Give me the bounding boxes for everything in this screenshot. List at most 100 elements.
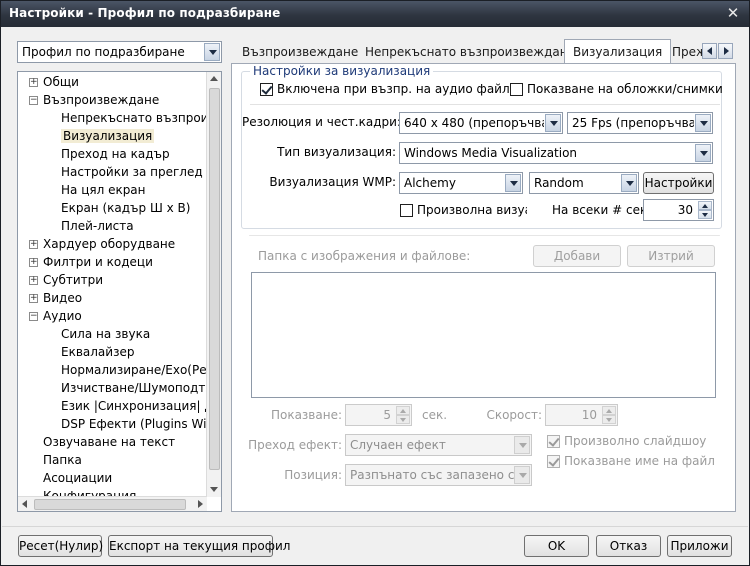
- spin-up-icon[interactable]: [698, 201, 712, 210]
- position-value: Разпънато със запазено съо: [350, 468, 514, 482]
- folder-label: Папка с изображения и файлове:: [258, 249, 471, 263]
- viz-group-title: Настройки за визуализация: [250, 64, 434, 78]
- spin-down-icon[interactable]: [396, 415, 410, 424]
- expand-icon[interactable]: +: [29, 78, 38, 87]
- tree-item[interactable]: На цял екран: [61, 181, 146, 199]
- chevron-down-icon[interactable]: [514, 436, 530, 454]
- reset-button[interactable]: Ресет(Нулир): [18, 535, 103, 557]
- add-folder-button[interactable]: Добави: [533, 245, 621, 267]
- tree-vertical-scrollbar[interactable]: [206, 72, 221, 497]
- tree-item[interactable]: Възпроизвеждане: [43, 91, 159, 109]
- tree-item[interactable]: Субтитри: [43, 271, 103, 289]
- viz-type-select[interactable]: Windows Media Visualization: [399, 142, 713, 164]
- fps-value: 25 Fps (препоръчва с: [572, 116, 694, 130]
- wmp-mode-select[interactable]: Random: [529, 172, 639, 194]
- title-bar[interactable]: Настройки - Профил по подразбиране ✕: [1, 1, 749, 27]
- tab-visualization[interactable]: Визуализация: [564, 39, 672, 65]
- tree-item-label: Преход на кадър: [61, 147, 170, 161]
- tab-scroll-left-button[interactable]: [702, 43, 717, 59]
- tree-item[interactable]: Екран (кадър Ш x В): [61, 199, 190, 217]
- tree-item-label: Изчистване/Шумоподтиск: [61, 381, 222, 395]
- expand-icon[interactable]: +: [29, 258, 38, 267]
- tree-item[interactable]: Видео: [43, 289, 82, 307]
- tree-item[interactable]: Преход на кадър: [61, 145, 170, 163]
- spin-down-icon[interactable]: [602, 415, 616, 424]
- expand-icon[interactable]: +: [29, 276, 38, 285]
- tree-item-label: DSP Ефекти (Plugins Wina: [61, 417, 222, 431]
- tree-item[interactable]: Озвучаване на текст: [43, 433, 175, 451]
- divider: [249, 235, 720, 236]
- close-icon[interactable]: ✕: [723, 4, 743, 22]
- scroll-right-icon[interactable]: [198, 500, 203, 508]
- scroll-down-icon[interactable]: [210, 487, 218, 492]
- expand-icon[interactable]: +: [29, 240, 38, 249]
- random-viz-label: Произволна визуа: [417, 203, 527, 217]
- resolution-select[interactable]: 640 x 480 (препоръчва с: [399, 112, 563, 134]
- position-select[interactable]: Разпънато със запазено съо: [345, 464, 532, 486]
- tab-playback[interactable]: Възпроизвеждане: [234, 41, 366, 63]
- tree-item[interactable]: Изчистване/Шумоподтиск: [61, 379, 222, 397]
- tab-scroll-right-button[interactable]: [718, 43, 733, 59]
- tree-item[interactable]: Хардуер оборудване: [43, 235, 175, 253]
- tree-item[interactable]: Настройки за преглед: [61, 163, 203, 181]
- enable-viz-checkbox[interactable]: [260, 83, 273, 96]
- fps-select[interactable]: 25 Fps (препоръчва с: [567, 112, 713, 134]
- tree-item[interactable]: Плей-листа: [61, 217, 134, 235]
- every-seconds-spinner[interactable]: 30: [643, 199, 714, 221]
- tree-item-label: Аудио: [43, 309, 82, 323]
- tree-horizontal-scrollbar[interactable]: [18, 496, 207, 511]
- chevron-down-icon[interactable]: [695, 144, 711, 162]
- speed-spinner[interactable]: 10: [545, 404, 618, 426]
- chevron-down-icon[interactable]: [621, 174, 637, 192]
- chevron-down-icon[interactable]: [514, 466, 530, 484]
- tree-item[interactable]: Аудио: [43, 307, 82, 325]
- show-duration-spinner[interactable]: 5: [345, 404, 412, 426]
- collapse-icon[interactable]: −: [29, 96, 38, 105]
- folder-list[interactable]: [251, 272, 716, 398]
- show-filename-checkbox[interactable]: [547, 455, 560, 468]
- tree-item[interactable]: Еквалайзер: [61, 343, 134, 361]
- show-covers-checkbox[interactable]: [510, 83, 523, 96]
- random-slideshow-checkbox[interactable]: [547, 435, 560, 448]
- tree-item[interactable]: Асоциации: [43, 469, 112, 487]
- delete-folder-button[interactable]: Изтрий: [627, 245, 715, 267]
- tree-item[interactable]: Език |Синхронизация| Дру: [61, 397, 221, 415]
- tab-continuous-playback[interactable]: Непрекъснато възпроизвеждане: [357, 41, 583, 63]
- tree-item[interactable]: Филтри и кодеци: [43, 253, 153, 271]
- arrow-right-icon: [724, 47, 729, 55]
- resolution-label: Резолюция и чест.кадри:: [242, 115, 401, 129]
- tree-item[interactable]: Папка: [43, 451, 82, 469]
- tree-item-label: Филтри и кодеци: [43, 255, 153, 269]
- spin-up-icon[interactable]: [396, 406, 410, 415]
- tree-item[interactable]: Сила на звука: [61, 325, 150, 343]
- chevron-down-icon[interactable]: [695, 114, 711, 132]
- tree-item[interactable]: Непрекъснато възпроизв: [61, 109, 221, 127]
- tree-scroll-thumb[interactable]: [209, 88, 220, 470]
- tree-item[interactable]: DSP Ефекти (Plugins Wina: [61, 415, 221, 433]
- settings-tree[interactable]: + Общи − Възпроизвеждане Непрекъснато възпро…: [17, 71, 222, 512]
- scroll-up-icon[interactable]: [210, 76, 218, 81]
- expand-icon[interactable]: +: [29, 294, 38, 303]
- cancel-button[interactable]: Отказ: [596, 535, 661, 557]
- chevron-down-icon[interactable]: [545, 114, 561, 132]
- random-viz-checkbox[interactable]: [400, 204, 413, 217]
- wmp-viz-label: Визуализация WMP:: [269, 175, 396, 189]
- collapse-icon[interactable]: −: [29, 312, 38, 321]
- chevron-down-icon[interactable]: [505, 174, 521, 192]
- export-profile-button[interactable]: Експорт на текущия профил: [108, 535, 290, 557]
- scroll-left-icon[interactable]: [22, 500, 27, 508]
- tree-item[interactable]: Общи: [43, 73, 79, 91]
- profile-select[interactable]: Профил по подразбиране: [17, 41, 222, 63]
- chevron-down-icon[interactable]: [204, 43, 220, 61]
- apply-button[interactable]: Приложи: [667, 535, 732, 557]
- tree-item[interactable]: Визуализация: [61, 127, 155, 145]
- ok-button[interactable]: OK: [524, 535, 589, 557]
- speed-label: Скорост:: [486, 408, 542, 422]
- wmp-preset-select[interactable]: Alchemy: [399, 172, 523, 194]
- tree-item[interactable]: Нормализиране/Ехо(Реве: [61, 361, 221, 379]
- transition-select[interactable]: Случаен ефект: [345, 434, 532, 456]
- spin-up-icon[interactable]: [602, 406, 616, 415]
- spin-down-icon[interactable]: [698, 210, 712, 219]
- wmp-settings-button[interactable]: Настройки: [643, 172, 714, 194]
- tree-hscroll-thumb[interactable]: [34, 499, 186, 510]
